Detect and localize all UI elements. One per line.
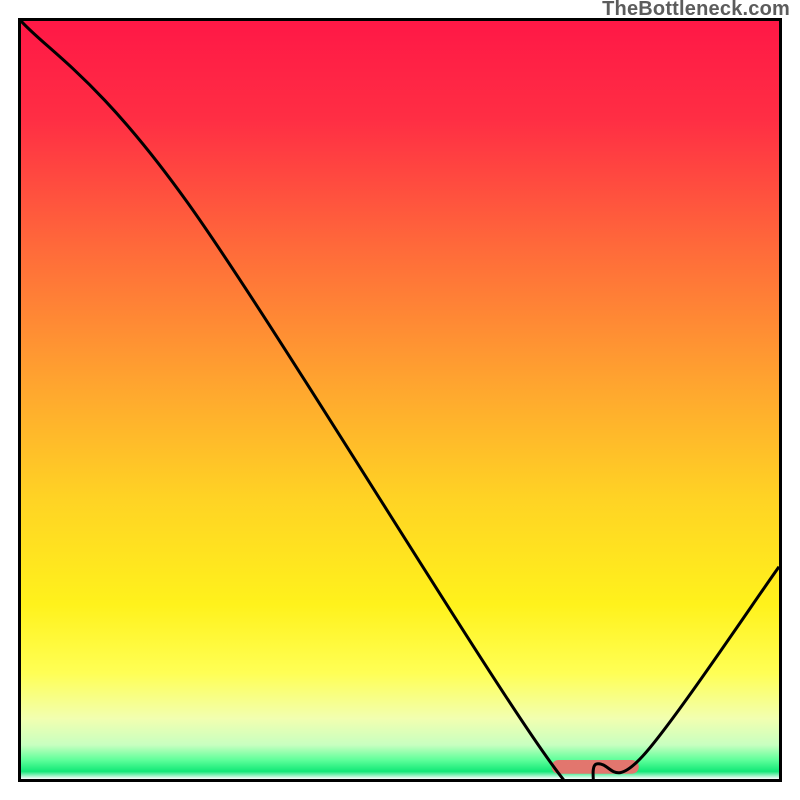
plot-area (18, 18, 782, 782)
chart-frame: TheBottleneck.com (0, 0, 800, 800)
bottleneck-curve (21, 21, 779, 779)
plot-inner (21, 21, 779, 779)
